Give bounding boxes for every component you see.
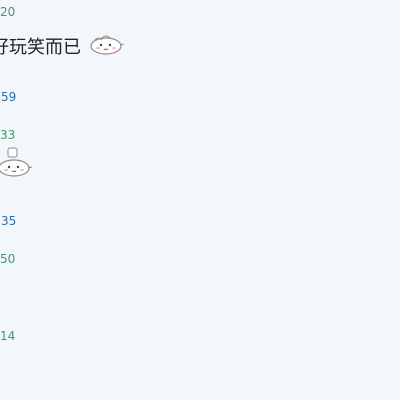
message-timestamp: 33 (0, 128, 16, 142)
message-timestamp: 14 (0, 329, 16, 343)
message-timestamp: :59 (0, 90, 17, 104)
message-timestamp: 20 (0, 5, 16, 19)
chat-log-view: 20 好玩笑而已 :59 33 :35 (0, 0, 400, 400)
message-timestamp: :35 (0, 214, 17, 228)
message-timestamp: 50 (0, 252, 16, 266)
message-text: 好玩笑而已 (0, 37, 81, 58)
blob-emoticon (88, 32, 126, 60)
blob-chef-emoticon (0, 146, 34, 184)
